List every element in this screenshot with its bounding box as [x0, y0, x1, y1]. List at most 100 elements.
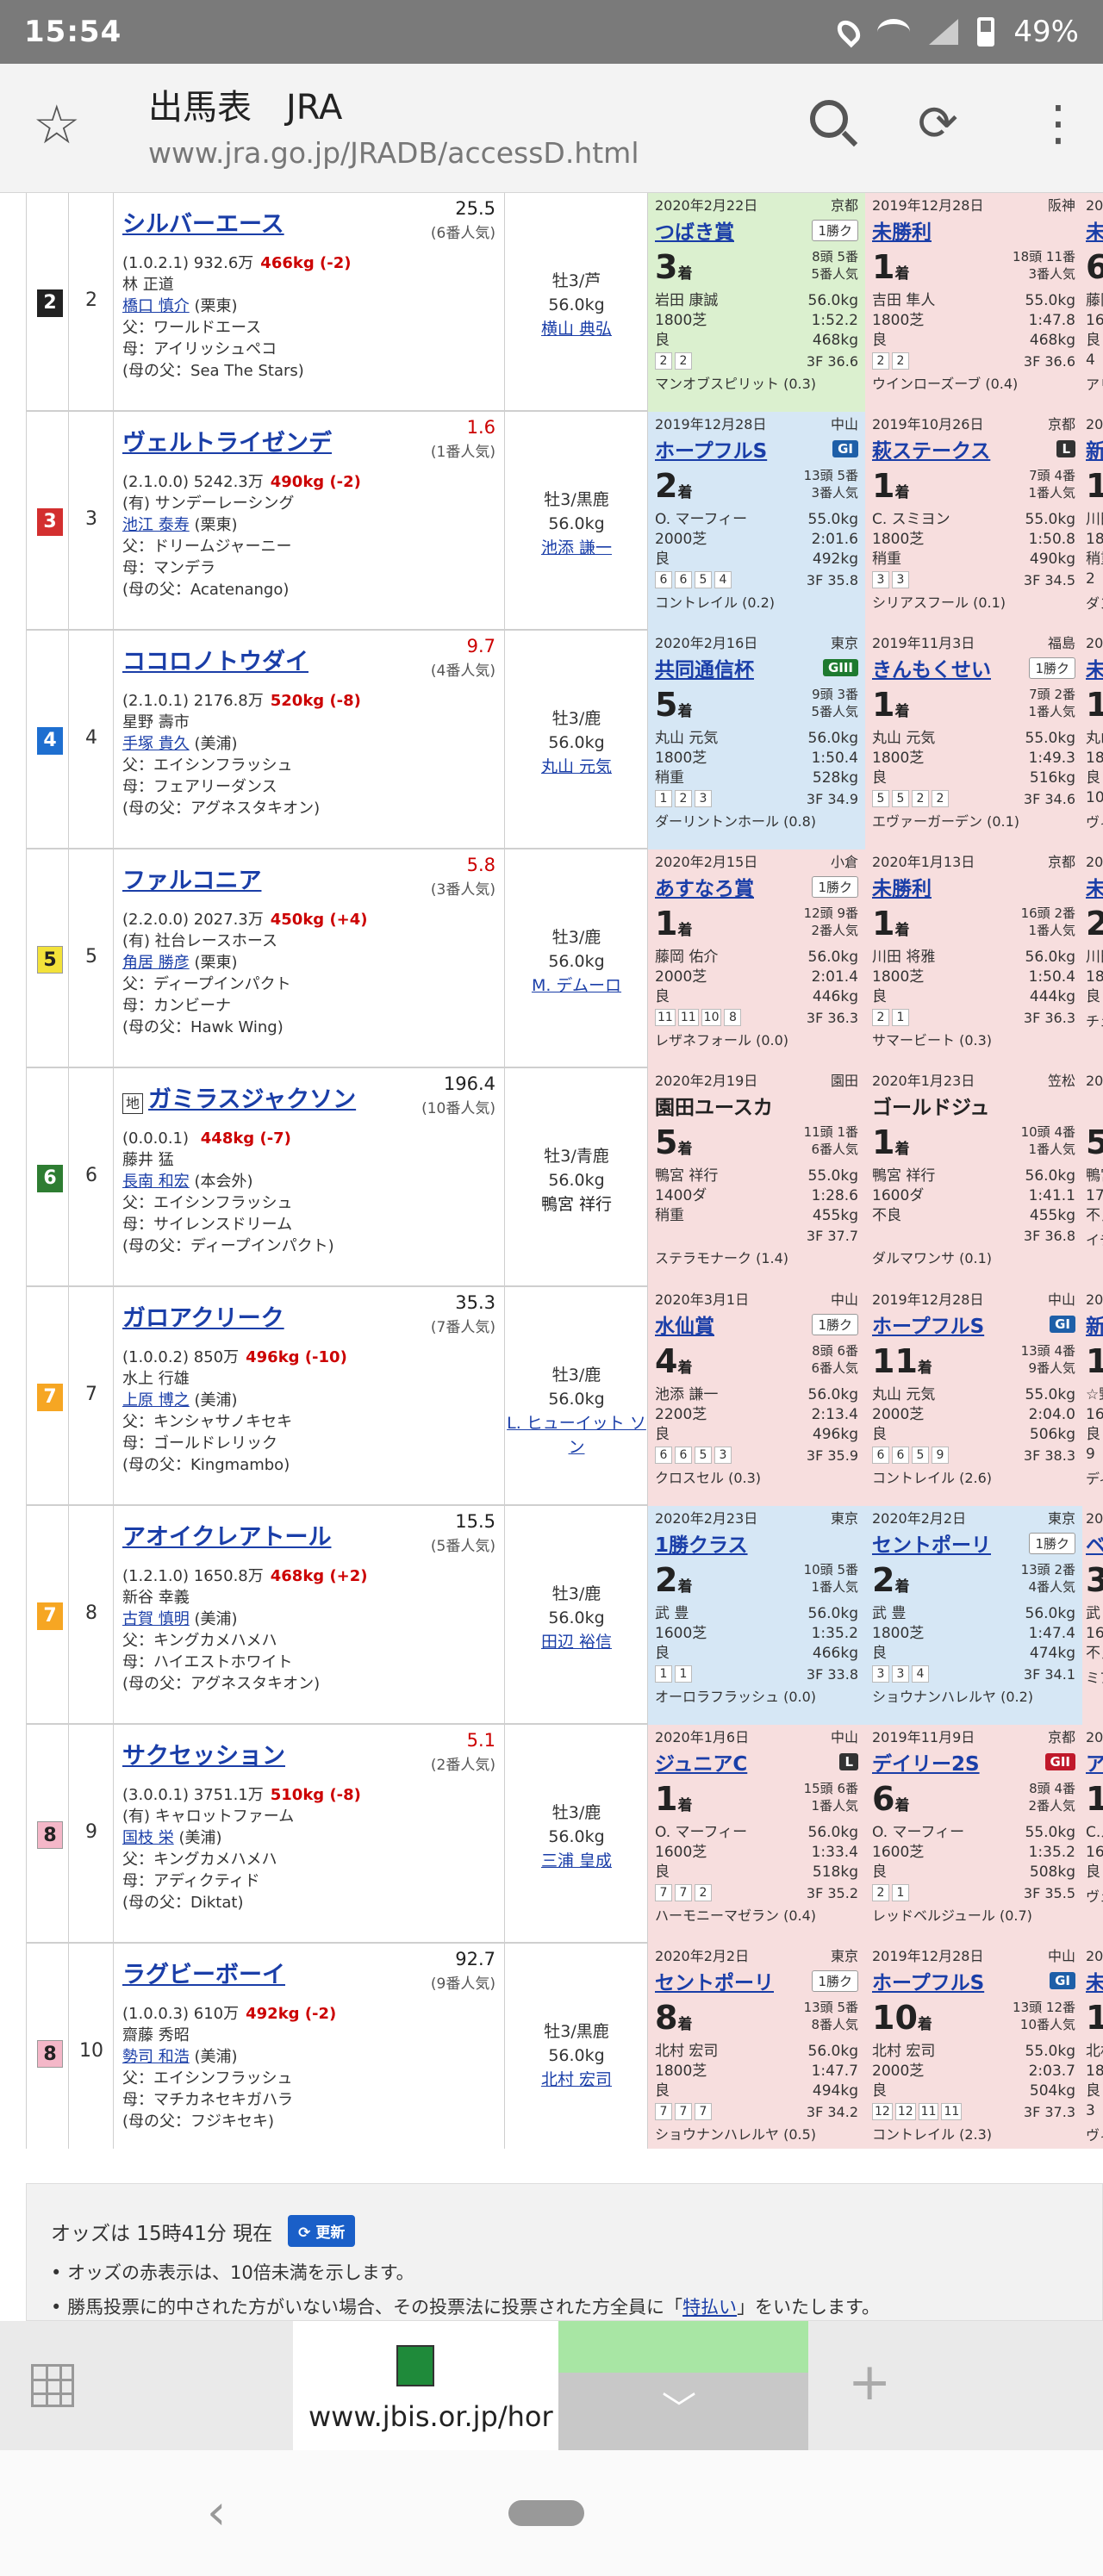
jockey-link[interactable]: 横山 典弘	[505, 317, 648, 341]
jockey-link[interactable]: M. デムーロ	[505, 974, 648, 998]
home-pill-icon[interactable]	[508, 2500, 584, 2526]
race-name-link[interactable]: ジュニアC	[655, 1747, 747, 1776]
tab-current[interactable]: ﹀	[558, 2321, 808, 2450]
trainer-link[interactable]: 橋口 慎介	[122, 297, 190, 315]
race-name-link[interactable]: つばき賞	[655, 215, 734, 245]
horse-cell: サクセッション 5.1 (2番人気) (3.0.0.1) 3751.1万 510k…	[114, 1725, 505, 1944]
race-name-link[interactable]: 共同通信杯	[655, 653, 754, 682]
chevron-down-icon[interactable]: ﹀	[662, 2381, 696, 2431]
trainer-link[interactable]: 国枝 栄	[122, 1829, 174, 1847]
field-size: 10頭 5番	[803, 1562, 858, 1577]
passing-order: 1	[655, 1665, 672, 1683]
race-name-link[interactable]: きんもくせい	[872, 653, 991, 682]
url-bar[interactable]: www.jra.go.jp/JRADB/accessD.html	[148, 136, 639, 170]
bookmark-star-icon[interactable]: ☆	[33, 98, 81, 152]
reload-icon[interactable]: ⟳	[918, 100, 958, 148]
past-race[interactable]: 2020年1月6日 中山 ジュニアC L 1着 15頭 6番 1番人気 O. マーフィ…	[648, 1725, 865, 1944]
race-name-link[interactable]: デイリー2S	[872, 1747, 980, 1776]
horse-name-link[interactable]: ガミラスジャクソン	[148, 1086, 356, 1113]
past-race-3-clipped[interactable]: 2019 未勝 1 丸山 1800 良 10 ヴィ	[1082, 631, 1103, 849]
past-race[interactable]: 2020年2月16日 東京 共同通信杯 GIII 5着 9頭 3番 5番人気 丸山 元…	[648, 631, 865, 849]
tab-jbis[interactable]: www.jbis.or.jp/hor	[293, 2321, 558, 2450]
past-race-3-clipped[interactable]: 2019 未勝 2 川田 1800 良 チェ	[1082, 849, 1103, 1068]
past-race[interactable]: 2020年2月2日 東京 セントポーリ 1勝ク 8着 13頭 5番 8番人気 北村 宏…	[648, 1944, 865, 2149]
race-name-link[interactable]: 未勝利	[872, 215, 932, 245]
past-race[interactable]: 2019年11月3日 福島 きんもくせい 1勝ク 1着 7頭 2番 1番人気 丸山 元…	[865, 631, 1082, 849]
field-size: 13頭 4番	[1020, 1343, 1075, 1359]
past-race[interactable]: 2020年2月22日 京都 つばき賞 1勝ク 3着 8頭 5番 5番人気 岩田 康誠 5…	[648, 193, 865, 412]
jockey-link[interactable]: 池添 謙一	[505, 536, 648, 560]
past-race-3-clipped[interactable]: 2019 5 鴨宮 1700 不良 イチ	[1082, 1068, 1103, 1287]
horse-name-link[interactable]: ヴェルトライゼンデ	[122, 430, 332, 457]
past-race[interactable]: 2020年3月1日 中山 水仙賞 1勝ク 4着 8頭 6番 6番人気 池添 謙一 56.…	[648, 1287, 865, 1506]
race-name-link[interactable]: 未勝	[1086, 653, 1103, 682]
past-race[interactable]: 2020年2月15日 小倉 あすなろ賞 1勝ク 1着 12頭 9番 2番人気 藤岡 佑…	[648, 849, 865, 1068]
jockey-link[interactable]: 丸山 元気	[505, 755, 648, 779]
past-race-3-clipped[interactable]: 2019 ベゴ 3 武 1600 不良 ミア	[1082, 1506, 1103, 1725]
past-race-3-clipped[interactable]: 2019 未勝 6 藤岡 1600 良 4 アリ	[1082, 193, 1103, 412]
race-name-link[interactable]: 1勝クラス	[655, 1528, 748, 1558]
race-name-link[interactable]: 未勝	[1086, 215, 1103, 245]
race-name-link[interactable]: ホープフルS	[872, 1966, 984, 1995]
horse-name-link[interactable]: シルバーエース	[122, 211, 284, 238]
new-tab-icon[interactable]: +	[848, 2352, 891, 2412]
past-race[interactable]: 2020年2月2日 東京 セントポーリ 1勝ク 2着 13頭 2番 4番人気 武 豊5…	[865, 1506, 1082, 1725]
more-menu-icon[interactable]: ⋮	[1034, 100, 1082, 148]
race-name-link[interactable]: 未勝	[1086, 872, 1103, 901]
trainer-link[interactable]: 池江 泰寿	[122, 516, 190, 534]
race-name-link[interactable]: 未勝利	[872, 872, 932, 901]
horse-name-link[interactable]: ココロノトウダイ	[122, 649, 308, 675]
horse-name-link[interactable]: ラグビーボーイ	[122, 1962, 285, 1988]
past-race[interactable]: 2019年10月26日 京都 萩ステークス L 1着 7頭 4番 1番人気 C. スミ…	[865, 412, 1082, 631]
track-condition: 良	[655, 1645, 670, 1662]
trainer-link[interactable]: 長南 和宏	[122, 1173, 190, 1191]
jockey-link[interactable]: L. ヒューイット ソン	[505, 1411, 648, 1459]
special-payout-link[interactable]: 特払い	[682, 2297, 737, 2318]
jockey-link[interactable]: 北村 宏司	[505, 2068, 648, 2092]
past-race[interactable]: 2020年2月19日 園田 園田ユースカ 5着 11頭 1番 6番人気 鴨宮 祥行 5…	[648, 1068, 865, 1287]
race-name-link[interactable]: 水仙賞	[655, 1310, 714, 1339]
race-name-link[interactable]: ホープフルS	[872, 1310, 984, 1339]
trainer-link[interactable]: 勢司 和浩	[122, 2048, 190, 2066]
past-race[interactable]: 2020年1月23日 笠松 ゴールドジュ 1着 10頭 4番 1番人気 鴨宮 祥行 5…	[865, 1068, 1082, 1287]
jockey-link[interactable]: 三浦 皇成	[505, 1849, 648, 1873]
past-race[interactable]: 2019年12月28日 中山 ホープフルS GI 10着 13頭 12番 10番人気 …	[865, 1944, 1082, 2149]
past-race[interactable]: 2019年12月28日 中山 ホープフルS GI 11着 13頭 4番 9番人気 丸山…	[865, 1287, 1082, 1506]
race-name-link[interactable]: 新馬	[1086, 1310, 1103, 1339]
race-name-link[interactable]: ホープフルS	[655, 434, 767, 464]
race-name-link[interactable]: セントポーリ	[872, 1528, 991, 1558]
past-race-3-clipped[interactable]: 2019 新馬 1 川田 1800 稍重 2 ダン	[1082, 412, 1103, 631]
past-race-3-clipped[interactable]: 2019 アス 1 C.ル 1600 良 ヴェ	[1082, 1725, 1103, 1944]
past-race[interactable]: 2019年12月28日 阪神 未勝利 1着 18頭 11番 3番人気 吉田 隼人 55…	[865, 193, 1082, 412]
race-winner: サマービート (0.3)	[872, 1032, 993, 1048]
horse-name-link[interactable]: ガロアクリーク	[122, 1305, 284, 1332]
past-race[interactable]: 2020年2月23日 東京 1勝クラス 2着 10頭 5番 1番人気 武 豊 56.0…	[648, 1506, 865, 1725]
race-name-link[interactable]: 新馬	[1086, 434, 1103, 464]
race-name-link[interactable]: セントポーリ	[655, 1966, 774, 1995]
search-icon[interactable]	[810, 100, 848, 138]
grade-badge: GI	[832, 440, 858, 457]
trainer-link[interactable]: 角居 勝彦	[122, 954, 190, 972]
trainer-link[interactable]: 上原 博之	[122, 1391, 190, 1409]
trainer-link[interactable]: 手塚 貴久	[122, 735, 190, 753]
tab-grid-icon[interactable]	[31, 2364, 74, 2407]
past-race[interactable]: 2019年11月9日 京都 デイリー2S GII 6着 8頭 4番 2番人気 O. マ…	[865, 1725, 1082, 1944]
race-name-link[interactable]: 未勝	[1086, 1966, 1103, 1995]
past-race[interactable]: 2020年1月13日 京都 未勝利 1着 16頭 2番 1番人気 川田 将雅 56.0…	[865, 849, 1082, 1068]
horse-name-link[interactable]: ファルコニア	[122, 868, 261, 894]
horse-name-link[interactable]: アオイクレアトール	[122, 1524, 331, 1551]
past-race[interactable]: 2019年12月28日 中山 ホープフルS GI 2着 13頭 5番 3番人気 O. …	[648, 412, 865, 631]
refresh-odds-button[interactable]: ⟳ 更新	[288, 2215, 356, 2247]
race-name-link[interactable]: ベゴ	[1086, 1528, 1103, 1558]
back-icon[interactable]: ‹	[207, 2485, 226, 2541]
race-name-link[interactable]: 萩ステークス	[872, 434, 990, 464]
race-name-link[interactable]: アス	[1086, 1747, 1103, 1776]
past-race-3-clipped[interactable]: 2019 新馬 1 ☆野 1600 良 9 ディ	[1082, 1287, 1103, 1506]
last-3f: 3F 35.8	[806, 571, 858, 588]
finish-rank: 1着	[872, 1122, 909, 1170]
race-name-link[interactable]: あすなろ賞	[655, 872, 754, 901]
trainer-link[interactable]: 古賀 慎明	[122, 1610, 190, 1628]
horse-name-link[interactable]: サクセッション	[122, 1743, 285, 1770]
past-race-3-clipped[interactable]: 2019 未勝 1 北村 1800 良 3 ヴィ	[1082, 1944, 1103, 2149]
jockey-link[interactable]: 田辺 裕信	[505, 1630, 648, 1654]
